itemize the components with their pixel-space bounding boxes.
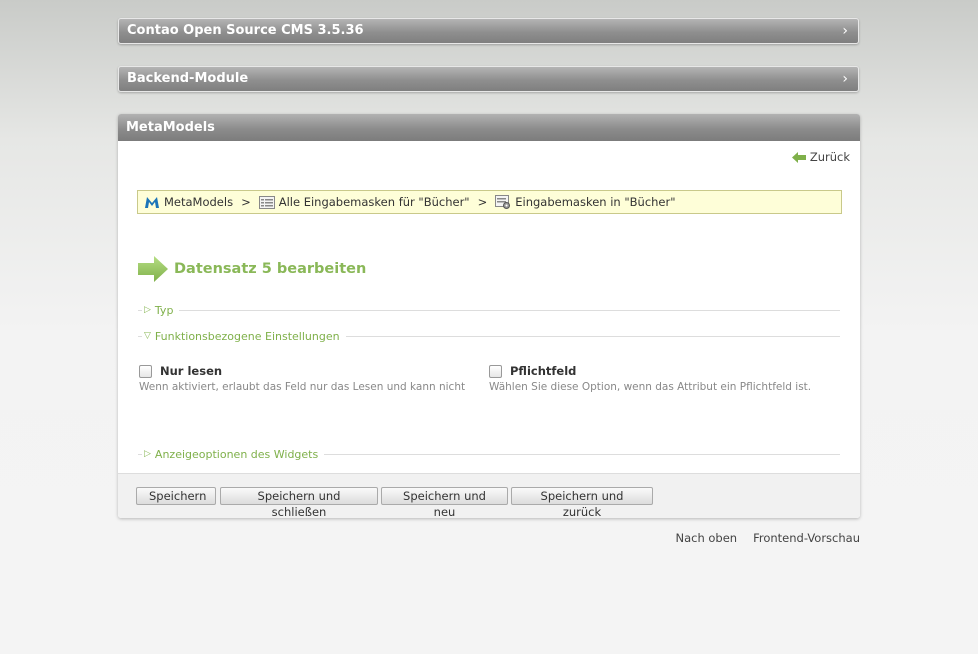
readonly-help-text: Wenn aktiviert, erlaubt das Feld nur das… (139, 381, 466, 393)
page-title: Datensatz 5 bearbeiten (138, 256, 366, 282)
backend-modules-title: Backend-Module (127, 71, 249, 86)
main-panel-header: MetaModels (118, 114, 860, 141)
readonly-label[interactable]: Nur lesen (160, 364, 222, 378)
breadcrumb-item-input-mask[interactable]: Eingabemasken in "Bücher" (495, 195, 676, 209)
save-and-close-button[interactable]: Speichern und schließen (220, 487, 378, 518)
legend-lead-line (138, 453, 142, 455)
arrow-right-icon (138, 256, 168, 282)
main-panel-title: MetaModels (126, 120, 215, 135)
mandatory-label[interactable]: Pflichtfeld (510, 364, 576, 378)
legend-lead-line (138, 309, 142, 311)
settings-list-icon (495, 195, 511, 209)
breadcrumb-separator: > (477, 195, 488, 209)
page-heading: Datensatz 5 bearbeiten (174, 261, 367, 277)
legend-divider (324, 453, 840, 455)
readonly-checkbox[interactable] (139, 364, 152, 378)
metamodels-logo-icon (145, 196, 159, 208)
legend-typ-label: Typ (154, 303, 174, 317)
legend-function-settings-label: Funktionsbezogene Einstellungen (154, 329, 340, 343)
cms-version-panel-header[interactable]: Contao Open Source CMS 3.5.36 › (118, 18, 859, 44)
footer-links: Nach oben Frontend-Vorschau (675, 531, 860, 545)
legend-lead-line (138, 335, 142, 337)
breadcrumb-label: Eingabemasken in "Bücher" (515, 195, 676, 209)
save-and-new-button[interactable]: Speichern und neu (381, 487, 508, 518)
save-button[interactable]: Speichern (136, 487, 216, 505)
legend-widget-options-label: Anzeigeoptionen des Widgets (154, 447, 319, 461)
breadcrumb-label: Alle Eingabemasken für "Bücher" (278, 195, 470, 209)
chevron-right-icon: › (842, 71, 848, 87)
list-icon (258, 195, 275, 209)
frontend-preview-link[interactable]: Frontend-Vorschau (753, 531, 860, 545)
mandatory-checkbox[interactable] (489, 364, 502, 378)
chevron-right-icon: › (842, 23, 848, 39)
breadcrumb: MetaModels > Alle Eingabemasken für "Büc… (137, 190, 842, 214)
triangle-right-icon: ▷ (144, 449, 151, 459)
back-link[interactable]: Zurück (791, 150, 850, 164)
legend-typ[interactable]: ▷ Typ (138, 303, 840, 317)
legend-function-settings[interactable]: ▽ Funktionsbezogene Einstellungen (138, 329, 840, 343)
breadcrumb-label: MetaModels (164, 195, 234, 209)
breadcrumb-item-metamodels[interactable]: MetaModels (144, 195, 233, 209)
back-arrow-icon (791, 151, 806, 163)
legend-widget-options[interactable]: ▷ Anzeigeoptionen des Widgets (138, 447, 840, 461)
cms-version-title: Contao Open Source CMS 3.5.36 (127, 23, 364, 38)
field-readonly: Nur lesen Wenn aktiviert, erlaubt das Fe… (139, 364, 465, 393)
field-mandatory: Pflichtfeld Wählen Sie diese Option, wen… (489, 364, 811, 393)
save-and-back-button[interactable]: Speichern und zurück (511, 487, 653, 518)
main-panel: MetaModels Zurück MetaModels > Alle Eing… (118, 114, 860, 518)
back-to-top-link[interactable]: Nach oben (675, 531, 737, 545)
breadcrumb-separator: > (241, 195, 251, 209)
mandatory-help-text: Wählen Sie diese Option, wenn das Attrib… (489, 381, 812, 393)
back-link-label: Zurück (809, 150, 850, 164)
backend-modules-panel-header[interactable]: Backend-Module › (118, 66, 859, 92)
submit-bar: Speichern Speichern und schließen Speich… (118, 473, 860, 518)
triangle-down-icon: ▽ (144, 331, 151, 341)
triangle-right-icon: ▷ (144, 305, 151, 315)
legend-divider (345, 335, 840, 337)
legend-divider (179, 309, 840, 311)
breadcrumb-item-input-masks[interactable]: Alle Eingabemasken für "Bücher" (258, 195, 470, 209)
